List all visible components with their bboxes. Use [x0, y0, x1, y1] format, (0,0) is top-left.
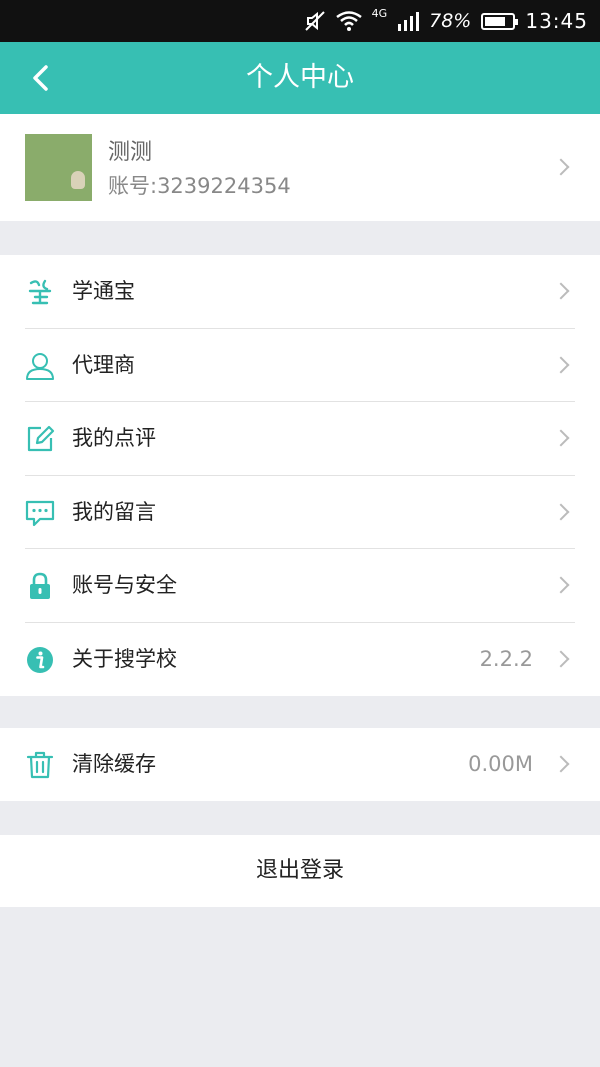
app-header: 个人中心	[0, 42, 600, 114]
menu-item-label: 学通宝	[72, 279, 135, 303]
avatar-figure	[71, 171, 85, 189]
menu-item-label: 代理商	[72, 352, 135, 377]
avatar	[25, 134, 92, 201]
page-title: 个人中心	[246, 62, 354, 93]
chevron-right-icon	[552, 650, 570, 667]
menu-item-label: 账号与安全	[72, 573, 177, 597]
battery-icon	[481, 12, 519, 30]
cache-group: 清除缓存 0.00M	[0, 728, 600, 801]
status-bar: 4G 78% 13:45	[0, 0, 600, 42]
clock: 13:45	[525, 9, 588, 33]
chevron-right-icon	[552, 576, 570, 594]
menu-item-about[interactable]: 关于搜学校 2.2.2	[0, 623, 600, 697]
menu-item-my-messages[interactable]: 我的留言	[0, 476, 600, 549]
chevron-right-icon	[552, 356, 570, 373]
chevron-right-icon	[552, 503, 570, 520]
chevron-right-icon	[552, 429, 570, 447]
mute-icon	[304, 11, 325, 31]
menu-item-account-security[interactable]: 账号与安全	[0, 549, 600, 623]
menu-item-clear-cache[interactable]: 清除缓存 0.00M	[0, 728, 600, 802]
lock-icon	[30, 572, 50, 599]
edit-icon	[27, 425, 55, 452]
message-icon	[25, 500, 55, 526]
user-icon	[26, 352, 54, 380]
info-icon	[27, 646, 53, 673]
chevron-right-icon	[552, 755, 570, 773]
signal-icon	[398, 12, 420, 31]
battery-percent: 78%	[429, 10, 472, 32]
menu-item-label: 关于搜学校	[72, 646, 177, 671]
chevron-right-icon	[552, 282, 570, 300]
menu-item-my-reviews[interactable]: 我的点评	[0, 402, 600, 476]
menu-item-label: 清除缓存	[72, 752, 156, 776]
menu-group: 学通宝 代理商 我的点评 我的留言 账号与安全 关于搜学校 2.2.2	[0, 255, 600, 696]
xuetongbao-icon	[28, 279, 52, 305]
menu-item-xuetongbao[interactable]: 学通宝	[0, 255, 600, 329]
battery-fill	[485, 16, 506, 26]
trash-icon	[26, 751, 54, 779]
menu-item-label: 我的点评	[72, 426, 156, 450]
chevron-right-icon	[552, 158, 570, 176]
status-icons: 4G 78% 13:45	[304, 0, 588, 42]
logout-button[interactable]: 退出登录	[0, 835, 600, 907]
network-type: 4G	[371, 7, 388, 20]
version-value: 2.2.2	[479, 646, 533, 671]
profile-card[interactable]: 测测 账号:3239224354	[0, 114, 600, 221]
menu-item-label: 我的留言	[72, 499, 156, 524]
profile-account: 账号:3239224354	[108, 174, 291, 198]
wifi-icon	[335, 11, 362, 31]
cache-size-value: 0.00M	[468, 752, 533, 776]
menu-item-agent[interactable]: 代理商	[0, 329, 600, 402]
profile-name: 测测	[108, 140, 153, 165]
